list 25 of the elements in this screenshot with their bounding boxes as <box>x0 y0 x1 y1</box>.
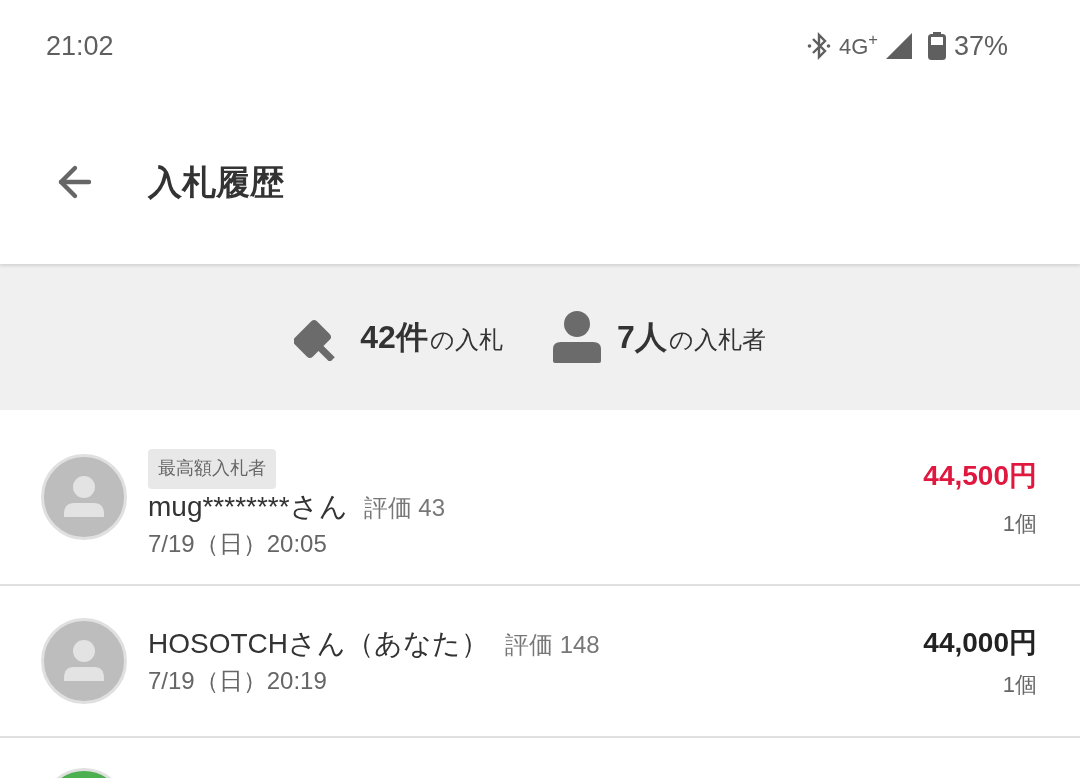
person-icon <box>552 311 601 363</box>
bid-date: 7/19（日）20:19 <box>148 665 327 696</box>
summary-label: の入札者 <box>668 325 766 355</box>
bid-price: 44,000円 <box>923 625 1037 660</box>
top-bidder-badge: 最高額入札者 <box>148 448 276 489</box>
status-time: 21:02 <box>46 29 114 63</box>
signal-icon <box>885 33 912 59</box>
bid-price: 44,500円 <box>923 458 1037 493</box>
rating-text: 評価 148 <box>505 629 600 660</box>
bidder-name[interactable]: HOSOTCHさん（あなた） <box>148 625 489 662</box>
battery-percent: 37% <box>953 29 1008 63</box>
rating-text: 評価 43 <box>363 492 445 523</box>
battery-icon <box>927 32 946 60</box>
bid-quantity: 1個 <box>1002 509 1037 538</box>
bluetooth-icon <box>806 32 831 60</box>
summary-count: 42件 <box>360 318 428 357</box>
bid-row[interactable]: HOSOTCHさん（あなた） 評価 148 7/19（日）20:19 44,000円 1個 <box>0 586 1080 738</box>
bidder-name[interactable]: mug********さん <box>148 488 348 525</box>
bid-date: 7/19（日）20:05 <box>148 528 327 559</box>
network-type: 4G$^{+}$ <box>838 29 878 61</box>
bid-row[interactable]: 最高額入札者 mug********さん 評価 43 7/19（日）20:05 44,500円 1個 <box>0 410 1080 586</box>
page-title: 入札履歴 <box>148 161 284 203</box>
bid-quantity: 1個 <box>1002 670 1037 699</box>
summary-label: の入札 <box>429 325 503 355</box>
summary-count: 7人 <box>616 318 667 357</box>
